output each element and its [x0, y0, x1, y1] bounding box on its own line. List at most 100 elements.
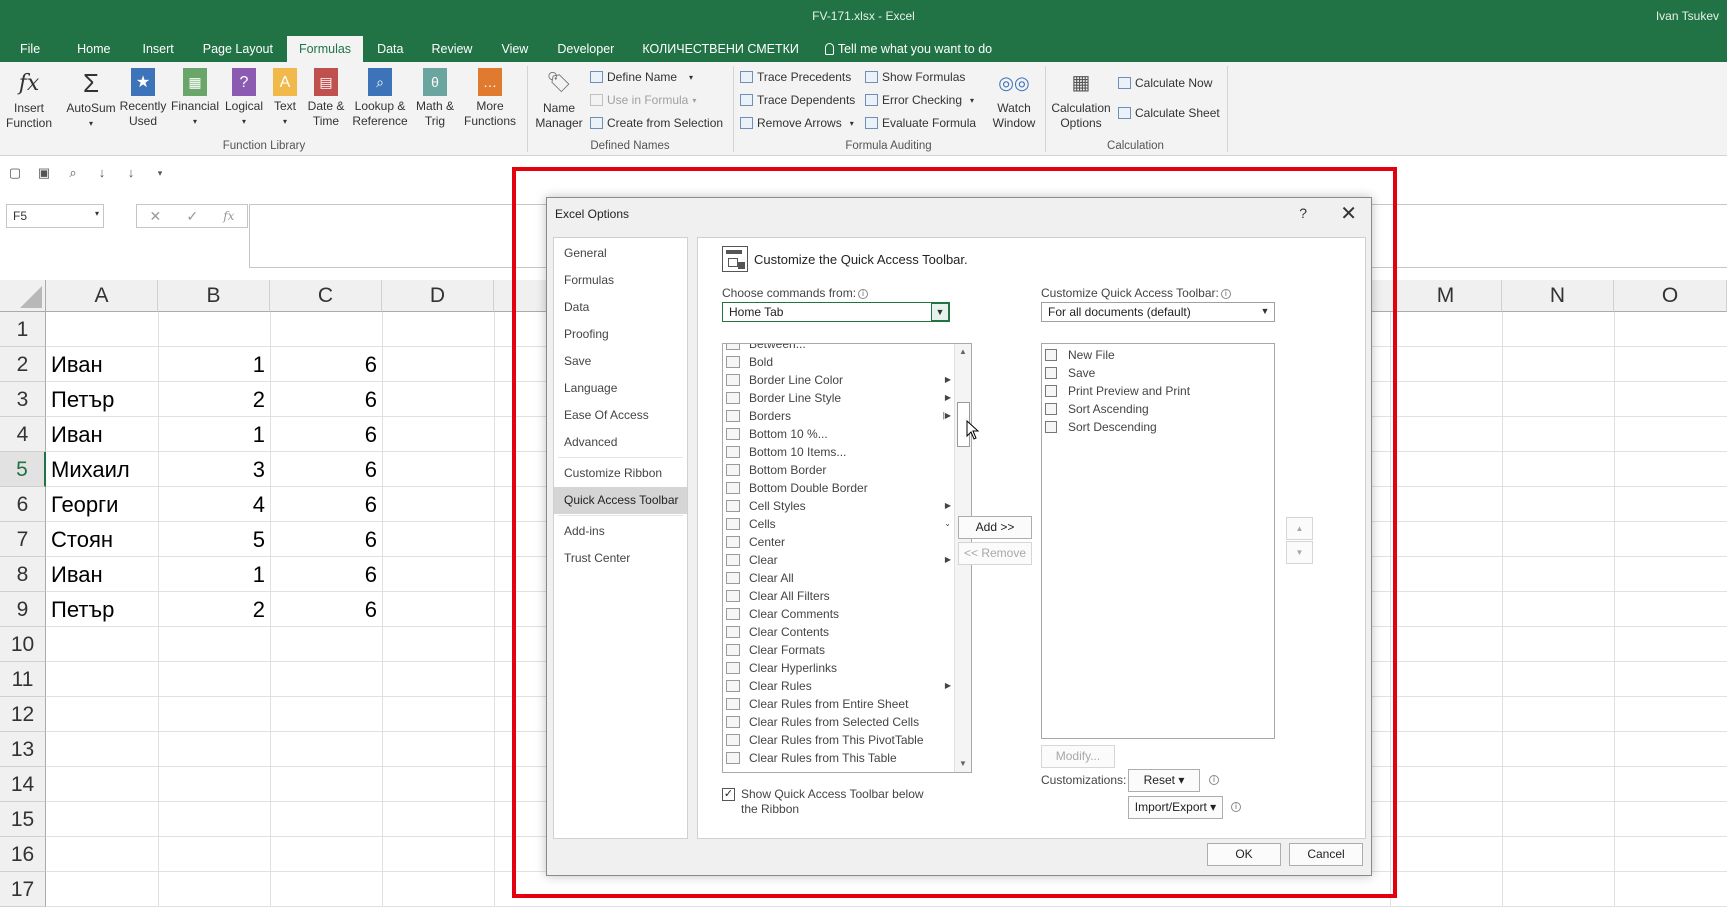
row-header[interactable]: 16	[0, 837, 46, 872]
tell-me-box[interactable]: Tell me what you want to do	[813, 36, 1004, 62]
qat-item[interactable]: Sort Descending	[1042, 418, 1157, 436]
command-item[interactable]: Borders |▶	[723, 407, 953, 425]
row-header[interactable]: 3	[0, 382, 46, 417]
row-header[interactable]: 15	[0, 802, 46, 837]
row-header[interactable]: 2	[0, 347, 46, 382]
cell[interactable]: 1	[158, 557, 270, 592]
command-item[interactable]: Clear Contents	[723, 623, 953, 641]
command-item[interactable]: Clear Rules from Entire Sheet	[723, 695, 953, 713]
row-header[interactable]: 4	[0, 417, 46, 452]
command-item[interactable]: Border Line Color ▶	[723, 371, 953, 389]
customize-qat-icon[interactable]: ▾	[153, 166, 167, 180]
more-functions-button[interactable]: … More Functions	[458, 68, 522, 129]
text-button[interactable]: A Text ▾	[270, 68, 300, 129]
define-name-button[interactable]: Define Name ▾	[590, 70, 693, 84]
cell[interactable]: 3	[158, 452, 270, 487]
evaluate-formula-button[interactable]: Evaluate Formula	[865, 116, 976, 130]
tab-view[interactable]: View	[486, 36, 543, 62]
row-header[interactable]: 1	[0, 312, 46, 347]
cell[interactable]: 6	[270, 382, 382, 417]
cell[interactable]: 1	[158, 417, 270, 452]
cell[interactable]: 6	[270, 417, 382, 452]
show-below-ribbon-checkbox[interactable]: ✓	[722, 788, 735, 801]
nav-data[interactable]: Data	[554, 294, 687, 321]
watch-window-button[interactable]: ◎◎ Watch Window	[988, 68, 1040, 131]
command-item[interactable]: Clear Rules from Selected Cells	[723, 713, 953, 731]
column-header-d[interactable]: D	[382, 280, 494, 312]
ok-button[interactable]: OK	[1207, 843, 1281, 866]
command-item[interactable]: Clear Rules from This Table	[723, 749, 953, 767]
cell[interactable]: 6	[270, 592, 382, 627]
customize-qat-select[interactable]: For all documents (default) ▼	[1041, 302, 1275, 322]
sort-descending-icon[interactable]: ↓	[124, 166, 138, 180]
calculate-now-button[interactable]: Calculate Now	[1118, 76, 1212, 90]
cancel-button[interactable]: Cancel	[1289, 843, 1363, 866]
command-item[interactable]: Bottom Double Border	[723, 479, 953, 497]
tab-formulas[interactable]: Formulas	[286, 36, 364, 62]
recently-used-button[interactable]: ★ Recently Used	[120, 68, 166, 129]
command-item[interactable]: Between...	[723, 344, 953, 353]
row-header[interactable]: 5	[0, 452, 46, 487]
command-item[interactable]: Clear ▶	[723, 551, 953, 569]
cell[interactable]	[46, 312, 158, 347]
trace-dependents-button[interactable]: Trace Dependents	[740, 93, 855, 107]
cell[interactable]: 6	[270, 452, 382, 487]
cell[interactable]: Георги	[46, 487, 158, 522]
cell[interactable]: Петър	[46, 592, 158, 627]
name-box[interactable]: F5 ▾	[6, 204, 104, 228]
cell[interactable]: Стоян	[46, 522, 158, 557]
cell[interactable]: 1	[158, 347, 270, 382]
cancel-icon[interactable]: ✕	[150, 208, 162, 225]
row-header[interactable]: 7	[0, 522, 46, 557]
tab-developer[interactable]: Developer	[543, 36, 628, 62]
command-item[interactable]: Cells ⌄	[723, 515, 953, 533]
cell[interactable]: 2	[158, 382, 270, 417]
cell[interactable]: 5	[158, 522, 270, 557]
command-item[interactable]: Clear Rules ▶	[723, 677, 953, 695]
command-item[interactable]: Border Line Style ▶	[723, 389, 953, 407]
column-header-a[interactable]: A	[46, 280, 158, 312]
import-export-button[interactable]: Import/Export ▾	[1128, 796, 1223, 819]
cell[interactable]: 6	[270, 487, 382, 522]
show-formulas-button[interactable]: Show Formulas	[865, 70, 965, 84]
nav-formulas[interactable]: Formulas	[554, 267, 687, 294]
command-item[interactable]: Bottom Border	[723, 461, 953, 479]
command-item[interactable]: Clear All	[723, 569, 953, 587]
show-below-ribbon-option[interactable]: ✓ Show Quick Access Toolbar below the Ri…	[722, 787, 941, 817]
qat-item[interactable]: Print Preview and Print	[1042, 382, 1190, 400]
command-item[interactable]: Clear Formats	[723, 641, 953, 659]
command-item[interactable]: Clear Comments	[723, 605, 953, 623]
new-file-icon[interactable]: ▢	[8, 166, 22, 180]
use-in-formula-button[interactable]: Use in Formula ▾	[590, 93, 696, 107]
modify-button[interactable]: Modify...	[1041, 745, 1115, 768]
logical-button[interactable]: ? Logical ▾	[222, 68, 266, 129]
row-header[interactable]: 9	[0, 592, 46, 627]
commands-list[interactable]: Between... Bold Border Line Color ▶ Border L…	[722, 343, 972, 773]
cell[interactable]	[270, 312, 382, 347]
command-item[interactable]: Clear Rules from This PivotTable	[723, 731, 953, 749]
command-item[interactable]: Bold	[723, 353, 953, 371]
math-trig-button[interactable]: θ Math & Trig	[412, 68, 458, 129]
row-header[interactable]: 12	[0, 697, 46, 732]
row-header[interactable]: 6	[0, 487, 46, 522]
cell[interactable]: 2	[158, 592, 270, 627]
save-icon[interactable]: ▣	[37, 166, 51, 180]
column-header-c[interactable]: C	[270, 280, 382, 312]
command-item[interactable]: Bottom 10 %...	[723, 425, 953, 443]
move-down-button[interactable]: ▼	[1286, 541, 1313, 564]
row-header[interactable]: 8	[0, 557, 46, 592]
nav-language[interactable]: Language	[554, 375, 687, 402]
command-item[interactable]: Center	[723, 533, 953, 551]
name-manager-button[interactable]: 🏷 Name Manager	[532, 68, 586, 131]
calculate-sheet-button[interactable]: Calculate Sheet	[1118, 106, 1220, 120]
select-all-button[interactable]	[0, 280, 46, 312]
cell[interactable]: Михаил	[46, 452, 158, 487]
cell[interactable]	[158, 312, 270, 347]
financial-button[interactable]: ▦ Financial ▾	[170, 68, 220, 129]
nav-proofing[interactable]: Proofing	[554, 321, 687, 348]
row-header[interactable]: 11	[0, 662, 46, 697]
sort-ascending-icon[interactable]: ↓	[95, 166, 109, 180]
cell[interactable]: 6	[270, 557, 382, 592]
remove-arrows-button[interactable]: Remove Arrows ▾	[740, 116, 854, 130]
choose-commands-select[interactable]: Home Tab ▼	[722, 302, 950, 322]
